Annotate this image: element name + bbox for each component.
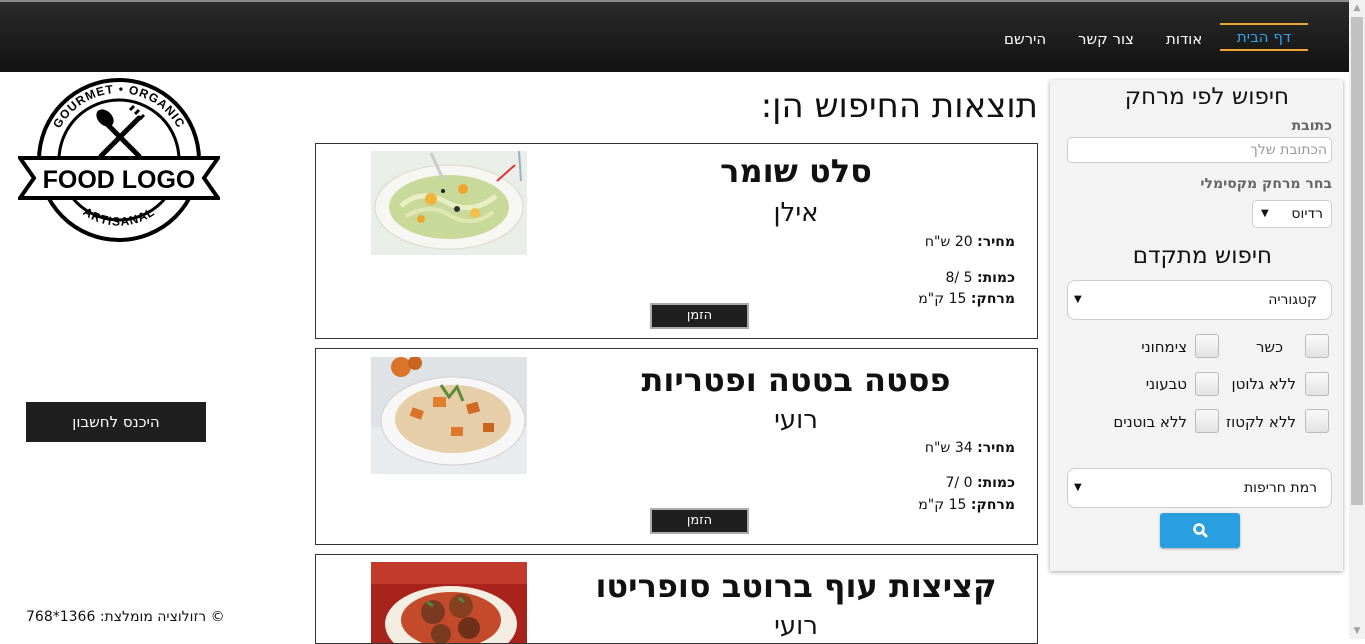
dish-price: 20 ש"ח xyxy=(924,234,973,250)
checkbox-gluten-free[interactable] xyxy=(1305,372,1329,396)
checkbox-vegan-label: טבעוני xyxy=(1145,375,1187,393)
footer-resolution-note: © רזולוציה מומלצת: 1366*768 xyxy=(26,609,225,625)
checkbox-peanut-free-label: ללא בוטנים xyxy=(1113,413,1187,431)
dish-card: פסטה בטטה ופטריות רועי מחיר: 34 ש"ח כמות… xyxy=(315,348,1038,545)
search-button[interactable] xyxy=(1160,513,1240,548)
address-input[interactable]: הכתובת שלך xyxy=(1067,137,1332,163)
dish-quantity: 5 /8 xyxy=(945,270,973,286)
scroll-down-arrow-icon[interactable]: ▼ xyxy=(1349,623,1365,639)
results-title: תוצאות החיפוש הן: xyxy=(760,86,1038,126)
quantity-label: כמות: xyxy=(976,270,1015,286)
dish-chef: רועי xyxy=(774,611,818,641)
checkbox-peanut-free[interactable] xyxy=(1195,409,1219,433)
page-scrollbar[interactable]: ▲ ▼ xyxy=(1349,0,1365,639)
food-logo: GOURMET • ORGANIC ARTISANAL FOOD LOGO xyxy=(18,78,220,242)
dish-image-pasta-sweet-potato[interactable] xyxy=(371,357,527,474)
dish-quantity-line: כמות: 5 /8 xyxy=(946,270,1016,286)
checkbox-lactose-free[interactable] xyxy=(1305,409,1329,433)
checkbox-kosher[interactable] xyxy=(1305,334,1329,358)
dish-distance: 15 ק"מ xyxy=(918,291,967,307)
spiciness-value: רמת חריפות xyxy=(1243,480,1317,496)
logo-center-text: FOOD LOGO xyxy=(43,166,196,194)
address-label: כתובת xyxy=(1291,118,1332,134)
radius-value: רדיוס xyxy=(1291,206,1323,222)
dish-chef: רועי xyxy=(774,405,818,435)
checkbox-kosher-label: כשר xyxy=(1255,338,1283,356)
quantity-label: כמות: xyxy=(976,475,1015,491)
checkbox-gluten-free-label: ללא גלוטן xyxy=(1231,375,1296,393)
distance-label: מרחק: xyxy=(970,497,1015,513)
dish-image-chicken-meatballs[interactable] xyxy=(371,562,527,644)
top-navbar: דף הבית אודות צור קשר הירשם xyxy=(0,0,1349,72)
dish-card: סלט שומר אילן מחיר: 20 ש"ח כמות: 5 /8 מר… xyxy=(315,143,1038,339)
distance-search-title: חיפוש לפי מרחק xyxy=(1124,84,1289,110)
category-value: קטגוריה xyxy=(1268,292,1317,308)
checkbox-vegetarian-label: צימחוני xyxy=(1141,338,1187,356)
search-icon xyxy=(1193,523,1208,538)
nav-register[interactable]: הירשם xyxy=(1004,30,1046,48)
radius-select[interactable]: רדיוס ▼ xyxy=(1252,200,1332,228)
dish-quantity: 0 /7 xyxy=(945,475,973,491)
dish-image-fennel-salad[interactable] xyxy=(371,151,527,255)
order-button[interactable]: הזמן xyxy=(650,303,749,329)
checkbox-vegetarian[interactable] xyxy=(1195,334,1219,358)
spiciness-select[interactable]: רמת חריפות ▼ xyxy=(1067,468,1332,508)
dish-distance-line: מרחק: 15 ק"מ xyxy=(918,497,1015,513)
max-distance-label: בחר מרחק מקסימלי xyxy=(1200,176,1332,192)
scroll-thumb[interactable] xyxy=(1351,17,1363,505)
dish-quantity-line: כמות: 0 /7 xyxy=(946,475,1016,491)
dish-chef: אילן xyxy=(773,198,819,228)
chevron-down-icon: ▼ xyxy=(1074,482,1082,493)
dish-card: קציצות עוף ברוטב סופריטו רועי xyxy=(315,554,1038,644)
dish-price-line: מחיר: 34 ש"ח xyxy=(925,440,1015,456)
advanced-search-title: חיפוש מתקדם xyxy=(1132,243,1272,269)
dish-name[interactable]: פסטה בטטה ופטריות xyxy=(546,361,1037,399)
dish-name[interactable]: סלט שומר xyxy=(546,152,1037,190)
category-select[interactable]: קטגוריה ▼ xyxy=(1067,280,1332,320)
nav-home[interactable]: דף הבית xyxy=(1220,23,1308,51)
login-button[interactable]: היכנס לחשבון xyxy=(26,402,206,442)
search-sidebar: חיפוש לפי מרחק כתובת הכתובת שלך בחר מרחק… xyxy=(1050,80,1343,571)
price-label: מחיר: xyxy=(977,440,1015,456)
checkbox-vegan[interactable] xyxy=(1195,372,1219,396)
chevron-down-icon: ▼ xyxy=(1261,208,1269,219)
dish-name[interactable]: קציצות עוף ברוטב סופריטו xyxy=(546,567,1037,605)
dish-price: 34 ש"ח xyxy=(924,440,973,456)
nav-contact[interactable]: צור קשר xyxy=(1078,30,1134,48)
nav-about[interactable]: אודות xyxy=(1166,30,1202,48)
price-label: מחיר: xyxy=(977,234,1015,250)
chevron-down-icon: ▼ xyxy=(1074,294,1082,305)
dish-distance: 15 ק"מ xyxy=(918,497,967,513)
dish-distance-line: מרחק: 15 ק"מ xyxy=(918,291,1015,307)
checkbox-lactose-free-label: ללא לקטוז xyxy=(1225,413,1296,431)
distance-label: מרחק: xyxy=(970,291,1015,307)
order-button[interactable]: הזמן xyxy=(650,508,749,534)
dish-price-line: מחיר: 20 ש"ח xyxy=(925,234,1015,250)
scroll-up-arrow-icon[interactable]: ▲ xyxy=(1349,0,1365,16)
